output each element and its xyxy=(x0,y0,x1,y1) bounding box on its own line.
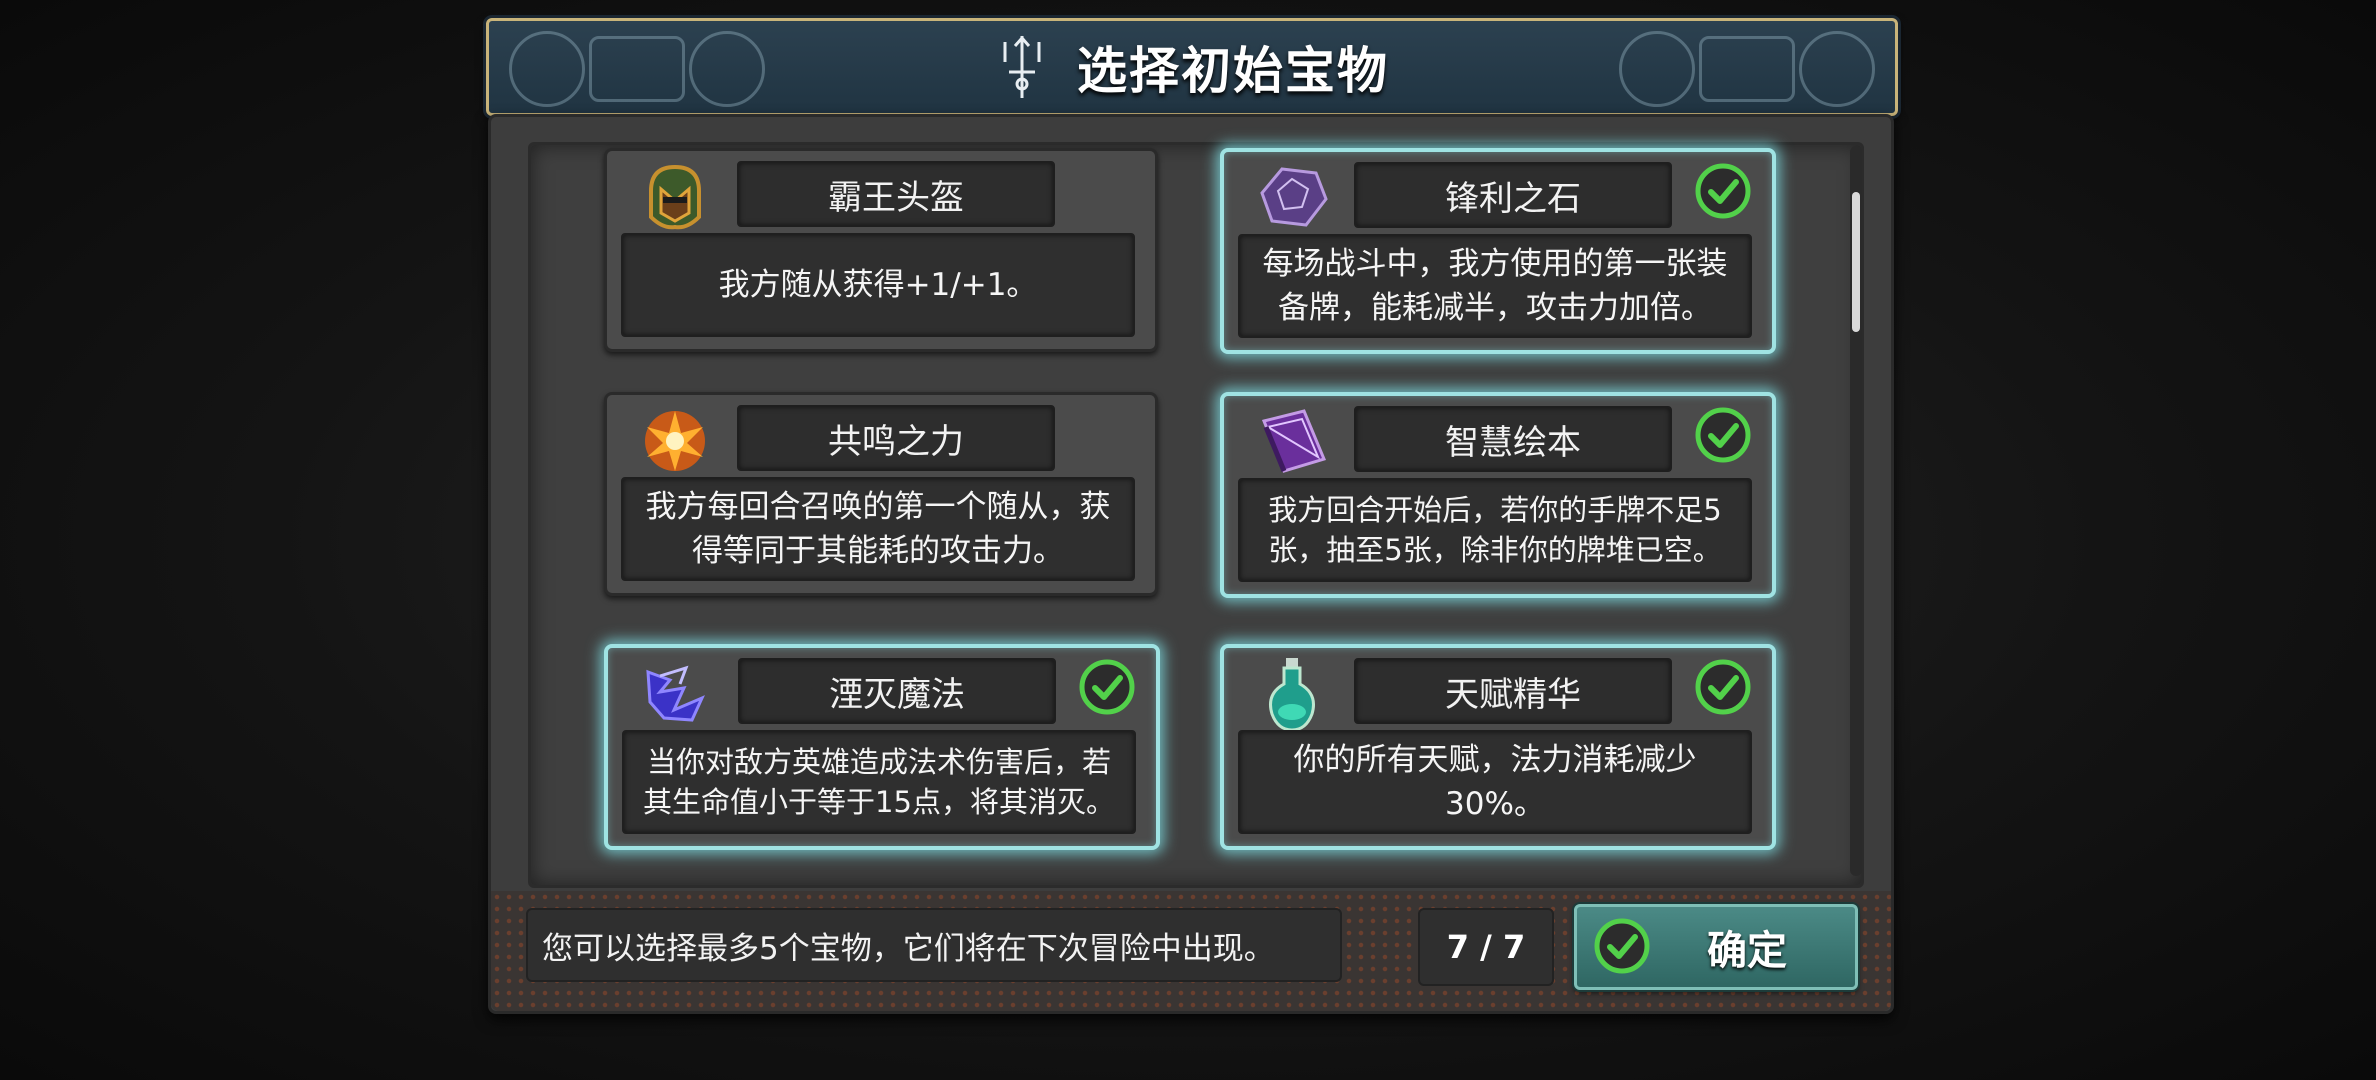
treasure-description: 我方回合开始后，若你的手牌不足5张，抽至5张，除非你的牌堆已空。 xyxy=(1238,478,1752,582)
sword-emblem-icon xyxy=(1003,35,1041,98)
treasure-name: 霸王头盔 xyxy=(737,161,1055,227)
sharp-stone-icon xyxy=(1254,160,1330,236)
treasure-name: 智慧绘本 xyxy=(1354,406,1672,472)
check-icon xyxy=(1594,918,1650,974)
helmet-icon xyxy=(637,159,713,235)
treasure-card[interactable]: 锋利之石 每场战斗中，我方使用的第一张装备牌，能耗减半，攻击力加倍。 xyxy=(1220,148,1776,354)
annihilation-icon xyxy=(638,656,714,732)
treasure-card[interactable]: 霸王头盔 我方随从获得+1/+1。 xyxy=(604,148,1158,352)
resonance-icon xyxy=(637,403,713,479)
treasure-card[interactable]: 共鸣之力 我方每回合召唤的第一个随从，获得等同于其能耗的攻击力。 xyxy=(604,392,1158,596)
treasure-card[interactable]: 天赋精华 你的所有天赋，法力消耗减少30%。 xyxy=(1220,644,1776,850)
treasure-card[interactable]: 湮灭魔法 当你对敌方英雄造成法术伤害后，若其生命值小于等于15点，将其消灭。 xyxy=(604,644,1160,850)
confirm-button[interactable]: 确定 xyxy=(1574,904,1858,990)
check-icon xyxy=(1079,659,1135,715)
treasure-name: 共鸣之力 xyxy=(737,405,1055,471)
book-icon xyxy=(1254,404,1330,480)
scrollbar-thumb[interactable] xyxy=(1852,192,1860,332)
check-icon xyxy=(1695,163,1751,219)
treasure-name: 湮灭魔法 xyxy=(738,658,1056,724)
check-icon xyxy=(1695,659,1751,715)
treasure-name: 天赋精华 xyxy=(1354,658,1672,724)
page-title: 选择初始宝物 xyxy=(1077,42,1389,100)
treasure-description: 你的所有天赋，法力消耗减少30%。 xyxy=(1238,730,1752,834)
title-banner: 选择初始宝物 xyxy=(486,18,1898,116)
check-icon xyxy=(1695,407,1751,463)
treasure-description: 我方每回合召唤的第一个随从，获得等同于其能耗的攻击力。 xyxy=(621,477,1135,581)
treasure-description: 我方随从获得+1/+1。 xyxy=(621,233,1135,337)
treasure-description: 每场战斗中，我方使用的第一张装备牌，能耗减半，攻击力加倍。 xyxy=(1238,234,1752,338)
selection-hint: 您可以选择最多5个宝物，它们将在下次冒险中出现。 xyxy=(526,908,1342,982)
confirm-label: 确定 xyxy=(1707,928,1787,974)
potion-icon xyxy=(1254,656,1330,732)
treasure-card[interactable]: 智慧绘本 我方回合开始后，若你的手牌不足5张，抽至5张，除非你的牌堆已空。 xyxy=(1220,392,1776,598)
treasure-name: 锋利之石 xyxy=(1354,162,1672,228)
treasure-description: 当你对敌方英雄造成法术伤害后，若其生命值小于等于15点，将其消灭。 xyxy=(622,730,1136,834)
selection-count: 7 / 7 xyxy=(1418,908,1554,986)
